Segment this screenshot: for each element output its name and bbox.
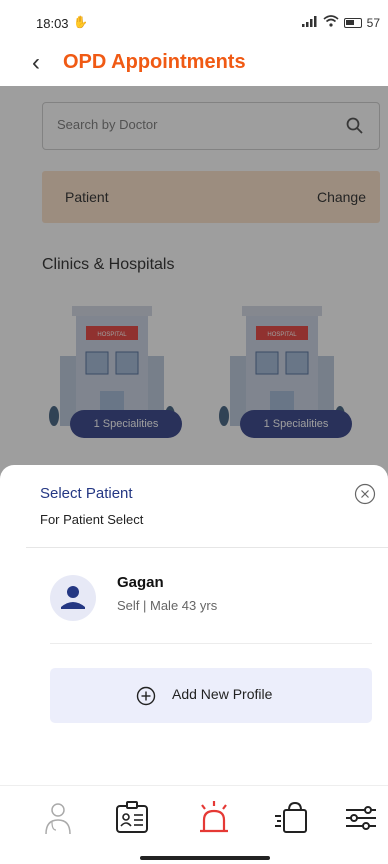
nav-settings[interactable] xyxy=(342,798,382,838)
row-divider xyxy=(50,643,372,644)
add-new-profile-button[interactable]: Add New Profile xyxy=(50,668,372,723)
shopping-bag-icon xyxy=(275,801,307,833)
bottom-nav xyxy=(0,785,388,864)
status-icons: 57 xyxy=(301,15,380,30)
status-time: 18:03 xyxy=(36,16,69,31)
nav-shop[interactable] xyxy=(272,798,312,838)
battery-icon xyxy=(343,17,362,28)
close-icon[interactable] xyxy=(354,483,376,505)
doctor-icon xyxy=(45,803,71,835)
chevron-left-icon[interactable]: ‹ xyxy=(32,50,40,76)
id-card-icon xyxy=(116,801,148,833)
settings-sliders-icon xyxy=(346,806,376,830)
plus-circle-icon xyxy=(136,686,156,706)
signal-icon xyxy=(301,15,318,30)
patient-details: Self | Male 43 yrs xyxy=(117,598,218,613)
nav-records[interactable] xyxy=(112,798,152,838)
sheet-subtitle: For Patient Select xyxy=(40,512,144,527)
patient-name: Gagan xyxy=(117,574,164,591)
app-header: ‹ OPD Appointments xyxy=(0,44,388,86)
select-patient-sheet: Select Patient For Patient Select Gagan … xyxy=(0,465,388,785)
sheet-divider xyxy=(26,547,388,548)
patient-list-item[interactable]: Gagan Self | Male 43 yrs xyxy=(26,565,372,640)
page-title: OPD Appointments xyxy=(63,51,246,73)
wifi-icon xyxy=(323,15,339,30)
add-new-profile-label: Add New Profile xyxy=(172,686,273,702)
avatar xyxy=(50,575,96,621)
hand-icon: ✋ xyxy=(73,15,88,29)
emergency-alarm-icon xyxy=(200,801,228,833)
nav-emergency[interactable] xyxy=(194,798,234,838)
status-bar: 18:03 ✋ 57 xyxy=(0,0,388,44)
person-icon xyxy=(61,586,85,609)
battery-level: 57 xyxy=(366,15,380,30)
nav-doctor[interactable] xyxy=(38,798,78,838)
home-indicator[interactable] xyxy=(140,856,270,860)
sheet-title: Select Patient xyxy=(40,485,133,502)
